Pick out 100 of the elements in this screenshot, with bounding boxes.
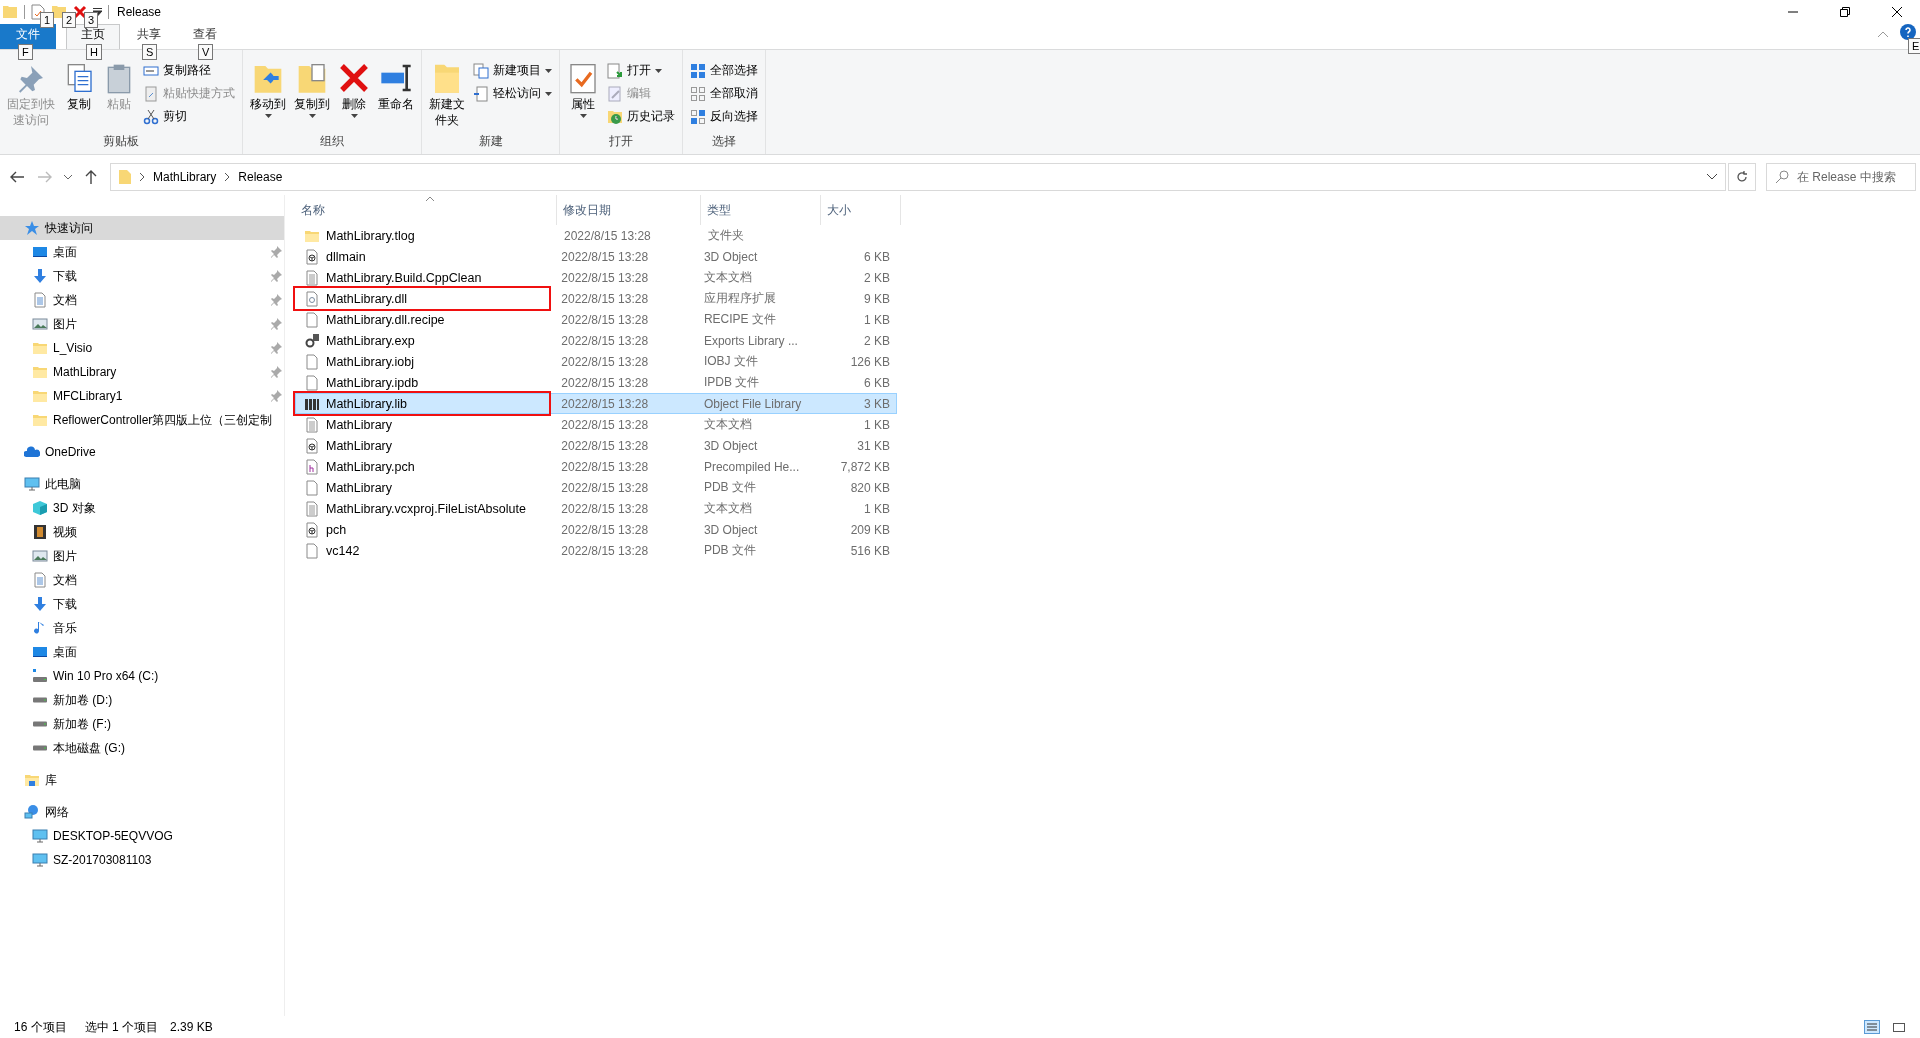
file-menu-tab[interactable]: 文件: [0, 24, 56, 49]
ribbon-button[interactable]: 新建项目: [470, 60, 555, 81]
file-row[interactable]: MathLibrary.lib 2022/8/15 13:28 Object File Library 3 KB: [295, 393, 897, 414]
address-bar[interactable]: MathLibrary Release: [110, 163, 1726, 191]
file-row[interactable]: MathLibrary.ipdb 2022/8/15 13:28 IPDB 文件 6 KB: [295, 372, 897, 393]
nav-item[interactable]: MFCLibrary1: [0, 384, 284, 408]
search-field[interactable]: 在 Release 中搜索: [1766, 163, 1916, 191]
file-row[interactable]: MathLibrary.Build.CppClean 2022/8/15 13:28 文本文档 2 KB: [295, 267, 897, 288]
type-cell-text: 文本文档: [702, 416, 753, 433]
ribbon-button[interactable]: 复制路径: [140, 60, 238, 81]
group-label: 组织: [319, 133, 345, 150]
caret-icon: [579, 114, 587, 118]
download-arrow-icon: [32, 596, 48, 612]
nav-item[interactable]: DESKTOP-5EQVVOG: [0, 824, 284, 848]
ribbon-button[interactable]: 打开: [604, 60, 678, 81]
type-cell-text: PDB 文件: [702, 479, 757, 496]
ribbon-button[interactable]: 复制到: [291, 58, 333, 133]
nav-item[interactable]: 新加卷 (D:): [0, 688, 284, 712]
help-icon[interactable]: [1900, 24, 1916, 40]
nav-item[interactable]: 桌面: [0, 640, 284, 664]
library-folder-icon: [24, 772, 40, 788]
nav-item[interactable]: 桌面: [0, 240, 284, 264]
nav-item[interactable]: Win 10 Pro x64 (C:): [0, 664, 284, 688]
folder-icon: [32, 388, 48, 404]
customize-dropdown-icon[interactable]: [93, 8, 102, 16]
open-file-icon: [607, 62, 623, 79]
window-title: Release: [117, 5, 162, 19]
size-cell-text: 6 KB: [863, 375, 891, 390]
large-icons-view-icon[interactable]: [1892, 1021, 1906, 1033]
nav-item[interactable]: SZ-201703081103: [0, 848, 284, 872]
refresh-button[interactable]: [1728, 163, 1756, 191]
nav-item[interactable]: 下载: [0, 264, 284, 288]
ribbon-button[interactable]: 剪切: [140, 106, 238, 127]
file-row[interactable]: pch 2022/8/15 13:28 3D Object 209 KB: [295, 519, 897, 540]
minimize-icon: [1788, 11, 1798, 13]
chevron-icon: [139, 173, 145, 181]
nav-item[interactable]: 文档: [0, 288, 284, 312]
column-header[interactable]: 大小: [821, 195, 901, 225]
ribbon-button[interactable]: 复制: [60, 58, 98, 133]
file-row[interactable]: dllmain 2022/8/15 13:28 3D Object 6 KB: [295, 246, 897, 267]
nav-item[interactable]: 本地磁盘 (G:): [0, 736, 284, 760]
file-row[interactable]: MathLibrary.tlog 2022/8/15 13:28 文件夹: [295, 225, 897, 246]
ribbon-button[interactable]: 全部选择: [687, 60, 761, 81]
file-name: MathLibrary.pch: [326, 459, 415, 474]
nav-item[interactable]: 网络: [0, 800, 284, 824]
type-cell-text: 3D Object: [702, 522, 759, 537]
column-header[interactable]: 类型: [701, 195, 821, 225]
ribbon-button[interactable]: 属性: [564, 58, 602, 133]
date-cell-text: 2022/8/15 13:28: [560, 501, 650, 516]
ribbon-button[interactable]: 重命名: [375, 58, 417, 133]
date-cell-text: 2022/8/15 13:28: [560, 522, 650, 537]
nav-item[interactable]: 音乐: [0, 616, 284, 640]
nav-item[interactable]: L_Visio: [0, 336, 284, 360]
collapse-ribbon-icon[interactable]: [1878, 31, 1888, 37]
file-row[interactable]: MathLibrary 2022/8/15 13:28 文本文档 1 KB: [295, 414, 897, 435]
file-row[interactable]: MathLibrary.dll.recipe 2022/8/15 13:28 RECIPE 文件 1 KB: [295, 309, 897, 330]
column-header[interactable]: 名称: [295, 195, 557, 225]
nav-item[interactable]: ReflowerController第四版上位（三创定制: [0, 408, 284, 432]
ribbon-button[interactable]: 全部取消: [687, 83, 761, 104]
nav-item[interactable]: 文档: [0, 568, 284, 592]
nav-item[interactable]: 视频: [0, 520, 284, 544]
file-row[interactable]: MathLibrary 2022/8/15 13:28 PDB 文件 820 KB: [295, 477, 897, 498]
file-row[interactable]: MathLibrary.exp 2022/8/15 13:28 Exports Library ... 2 KB: [295, 330, 897, 351]
nav-item[interactable]: 快速访问: [0, 216, 284, 240]
nav-item[interactable]: 下载: [0, 592, 284, 616]
column-header[interactable]: 修改日期: [557, 195, 701, 225]
ribbon-button[interactable]: 历史记录: [604, 106, 678, 127]
ribbon-button[interactable]: 反向选择: [687, 106, 761, 127]
file-row[interactable]: MathLibrary.dll 2022/8/15 13:28 应用程序扩展 9 KB: [295, 288, 897, 309]
details-view-icon[interactable]: [1864, 1020, 1880, 1034]
file-row[interactable]: MathLibrary.iobj 2022/8/15 13:28 IOBJ 文件 126 KB: [295, 351, 897, 372]
nav-item[interactable]: 库: [0, 768, 284, 792]
picture-icon: [32, 316, 48, 332]
dropdown-icon[interactable]: [1707, 174, 1717, 180]
nav-item[interactable]: OneDrive: [0, 440, 284, 464]
nav-item[interactable]: MathLibrary: [0, 360, 284, 384]
file-name: MathLibrary.vcxproj.FileListAbsolute: [326, 501, 526, 516]
nav-item[interactable]: 图片: [0, 544, 284, 568]
date-cell-text: 2022/8/15 13:28: [560, 375, 650, 390]
document-icon: [32, 292, 48, 308]
ribbon-button[interactable]: 移动到: [247, 58, 289, 133]
file-row[interactable]: MathLibrary.pch 2022/8/15 13:28 Precompiled He... 7,872 KB: [295, 456, 897, 477]
item-count: 16 个项目: [14, 1018, 67, 1036]
ribbon-button[interactable]: 新建文件夹: [426, 58, 468, 133]
size-cell-text: 2 KB: [863, 270, 891, 285]
file-row[interactable]: vc142 2022/8/15 13:28 PDB 文件 516 KB: [295, 540, 897, 561]
delete-icon[interactable]: [73, 5, 87, 19]
ribbon-button[interactable]: 删除: [335, 58, 373, 133]
file-row[interactable]: MathLibrary 2022/8/15 13:28 3D Object 31 KB: [295, 435, 897, 456]
nav-item[interactable]: 此电脑: [0, 472, 284, 496]
file-name: MathLibrary: [326, 438, 392, 453]
nav-item[interactable]: 新加卷 (F:): [0, 712, 284, 736]
nav-item[interactable]: 3D 对象: [0, 496, 284, 520]
type-cell-text: IOBJ 文件: [702, 353, 759, 370]
breadcrumb[interactable]: MathLibrary: [153, 170, 217, 184]
breadcrumb[interactable]: Release: [238, 170, 283, 184]
file-row[interactable]: MathLibrary.vcxproj.FileListAbsolute 2022/8/15 13:28 文本文档 1 KB: [295, 498, 897, 519]
nav-item[interactable]: 图片: [0, 312, 284, 336]
file-name: vc142: [326, 543, 360, 558]
ribbon-button[interactable]: 轻松访问: [470, 83, 555, 104]
